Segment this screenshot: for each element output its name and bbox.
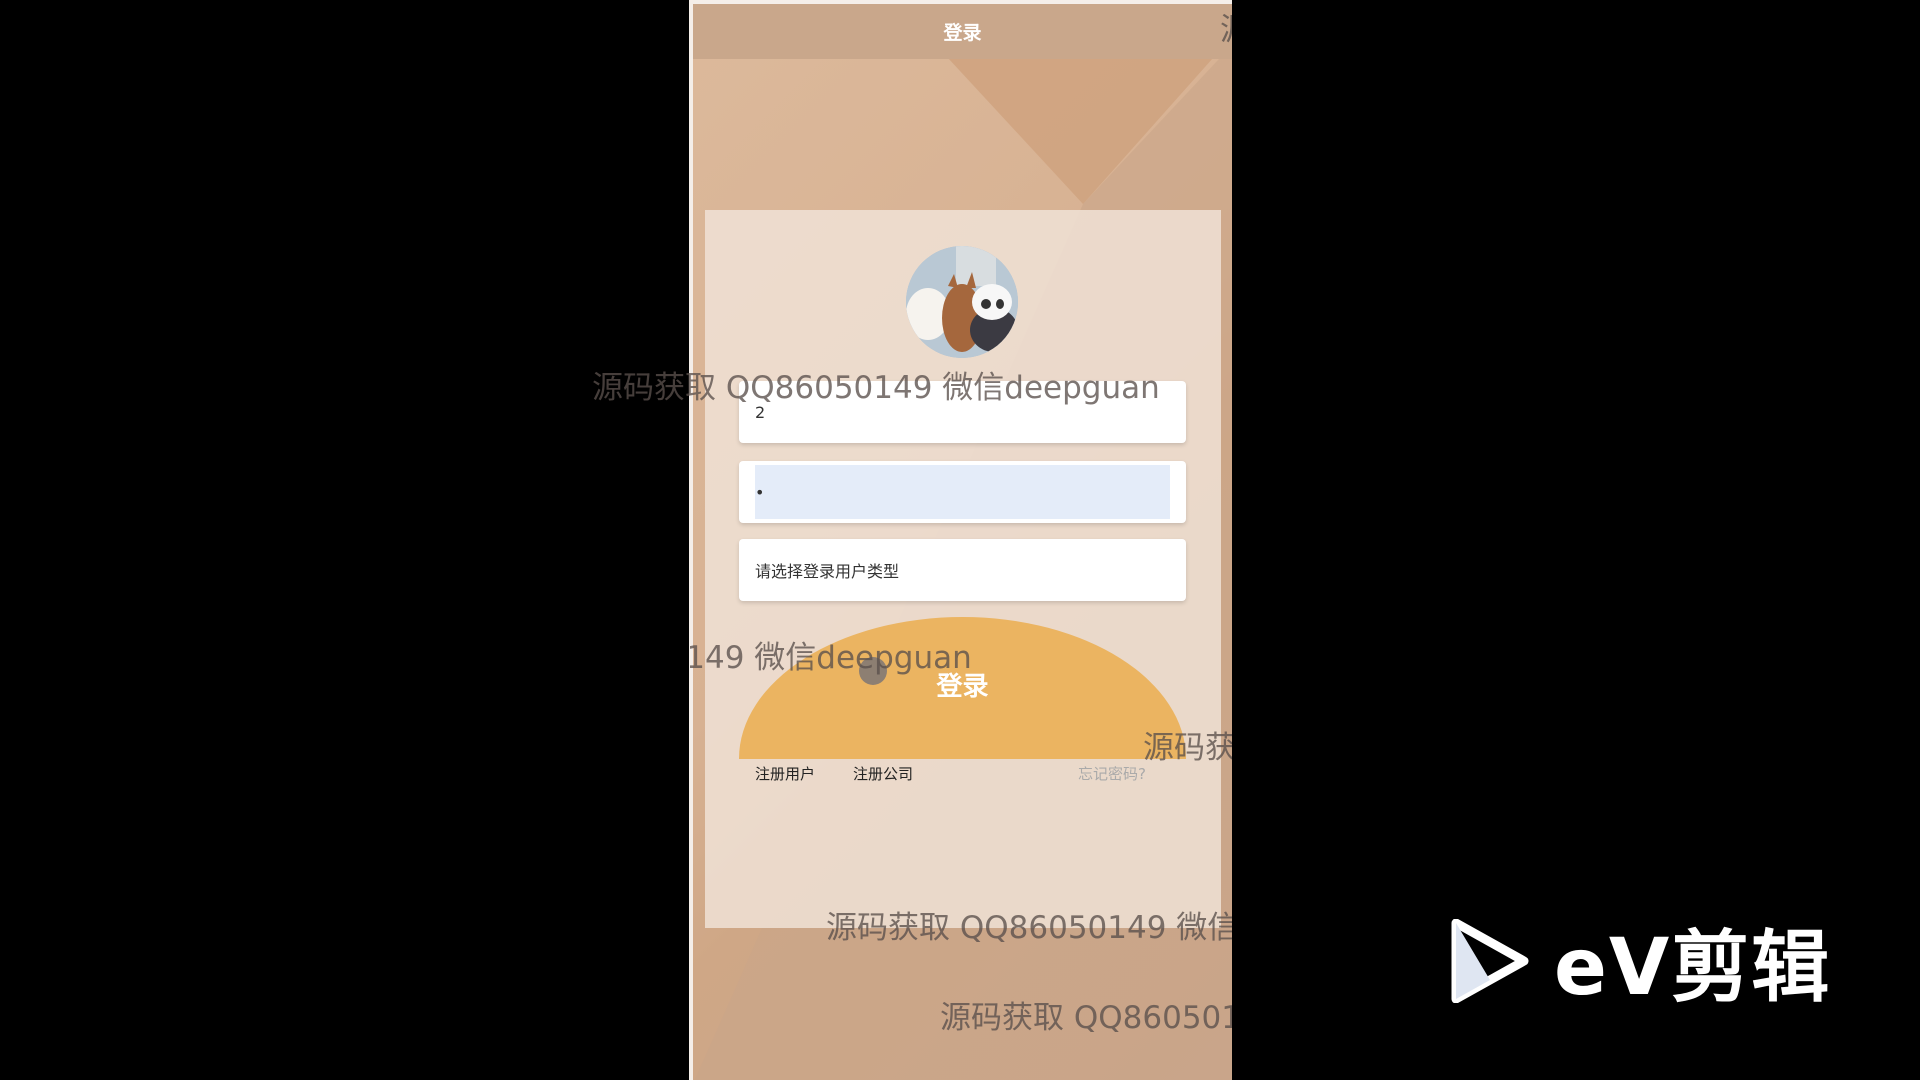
avatar xyxy=(906,246,1018,358)
play-icon xyxy=(1451,919,1529,1003)
ev-editor-logo: eV剪辑 xyxy=(1450,905,1831,1017)
password-value: • xyxy=(755,482,765,502)
watermark: 源码获取 QQ86050149 微信deepguan xyxy=(592,370,1160,406)
watermark: 源码获取 QQ86050149 微信deepguan xyxy=(404,640,972,676)
watermark: 源码获 xyxy=(1143,730,1232,766)
page-title: 登录 xyxy=(943,22,982,44)
logo-text: eV剪辑 xyxy=(1554,923,1832,1013)
usertype-placeholder: 请选择登录用户类型 xyxy=(755,562,900,581)
register-user-link[interactable]: 注册用户 xyxy=(755,763,815,784)
usertype-select[interactable]: 请选择登录用户类型 xyxy=(739,539,1186,601)
watermark: 源码获取 QQ8605014 xyxy=(940,1000,1232,1036)
watermark: 源 xyxy=(1220,4,1232,49)
watermark: 源码获取 QQ86050149 微信d xyxy=(826,910,1232,946)
password-input[interactable]: • xyxy=(739,461,1186,523)
register-company-link[interactable]: 注册公司 xyxy=(853,763,913,784)
forgot-password-link[interactable]: 忘记密码? xyxy=(1078,763,1146,784)
page-header: 登录 xyxy=(693,4,1232,59)
autofill-highlight xyxy=(755,465,1170,519)
login-card: 2 • 请选择登录用户类型 登录 注册用户 注册公司 忘记密码? xyxy=(705,210,1221,928)
